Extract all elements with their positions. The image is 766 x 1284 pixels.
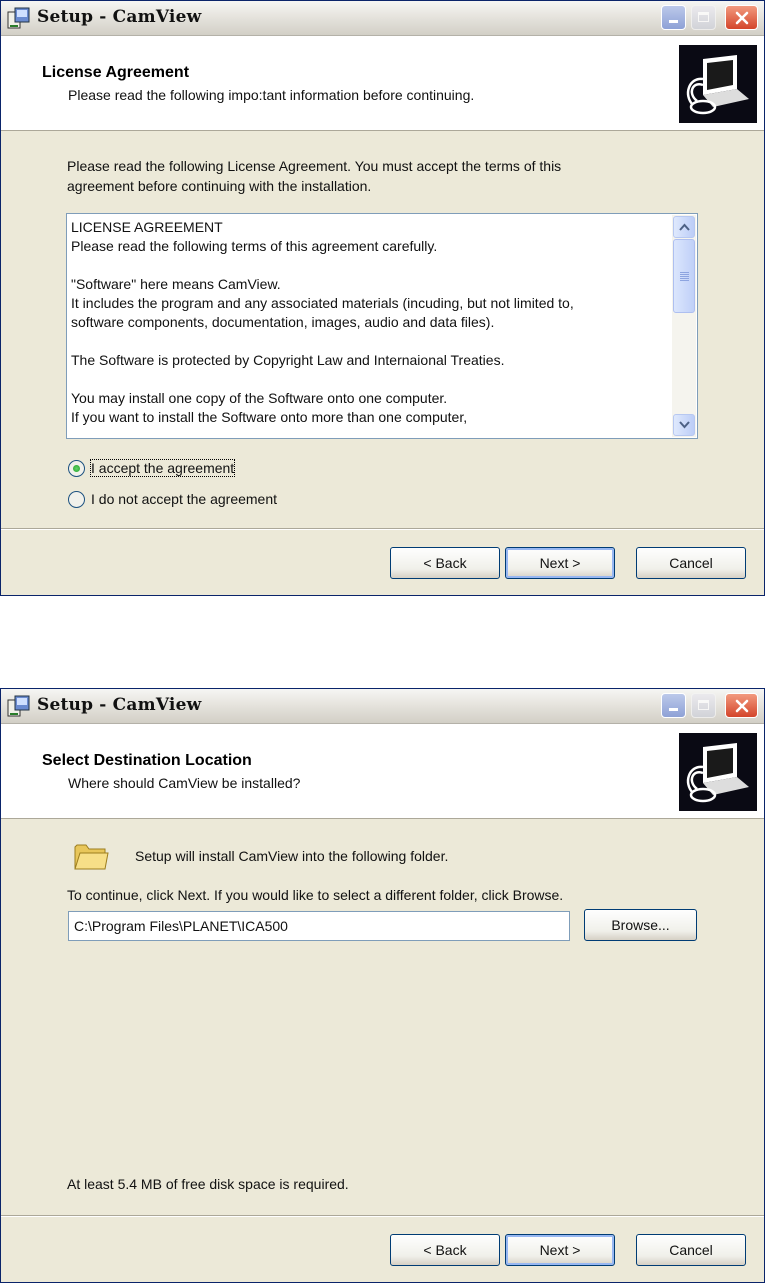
accept-radio-label[interactable]: I accept the agreement [89, 459, 236, 477]
back-button[interactable]: < Back [390, 1234, 500, 1266]
license-agreement-window: Setup - CamView License Agreement Please… [0, 0, 765, 596]
continue-instructions: To continue, click Next. If you would li… [67, 887, 564, 903]
setup-app-icon [7, 695, 30, 717]
maximize-icon [691, 693, 716, 718]
footer-divider [1, 528, 764, 530]
close-icon[interactable] [725, 693, 758, 718]
vertical-scrollbar[interactable] [672, 215, 696, 437]
title-bar[interactable]: Setup - CamView [1, 689, 764, 724]
minimize-icon[interactable] [661, 5, 686, 30]
window-title: Setup - CamView [37, 695, 202, 715]
page-subtitle: Where should CamView be installed? [68, 775, 301, 791]
license-line [71, 332, 667, 351]
scroll-thumb[interactable] [673, 239, 695, 313]
folder-icon [74, 844, 109, 870]
license-line: Please read the following terms of this … [71, 238, 438, 254]
intro-line-1: Please read the following License Agreem… [67, 158, 562, 174]
next-button[interactable]: Next > [505, 547, 615, 579]
close-icon[interactable] [725, 5, 758, 30]
license-line: You may install one copy of the Software… [71, 390, 448, 406]
install-info-text: Setup will install CamView into the foll… [135, 848, 449, 864]
decline-radio[interactable] [68, 491, 85, 508]
license-line: software components, documentation, imag… [71, 314, 495, 330]
license-line: It includes the program and any associat… [71, 295, 574, 311]
license-line [71, 256, 667, 275]
browse-button[interactable]: Browse... [584, 909, 697, 941]
page-title: Select Destination Location [42, 752, 252, 769]
decline-radio-label[interactable]: I do not accept the agreement [91, 491, 277, 507]
license-line: If you want to install the Software onto… [71, 409, 468, 425]
wizard-header: License Agreement Please read the follow… [1, 36, 764, 131]
install-path-input[interactable] [68, 911, 570, 941]
scroll-up-icon[interactable] [673, 216, 695, 238]
select-destination-window: Setup - CamView Select Destination Locat… [0, 688, 765, 1283]
window-title: Setup - CamView [37, 7, 202, 27]
scroll-down-icon[interactable] [673, 414, 695, 436]
computer-disk-icon [679, 733, 757, 811]
accept-radio[interactable] [68, 460, 85, 477]
maximize-icon [691, 5, 716, 30]
wizard-header: Select Destination Location Where should… [1, 724, 764, 819]
setup-app-icon [7, 7, 30, 29]
license-text-area[interactable]: LICENSE AGREEMENT Please read the followi… [66, 213, 698, 439]
license-line [71, 370, 667, 389]
page-subtitle: Please read the following impo:tant info… [68, 87, 475, 103]
license-text: LICENSE AGREEMENT Please read the followi… [71, 218, 667, 427]
page-title: License Agreement [42, 64, 190, 81]
cancel-button[interactable]: Cancel [636, 1234, 746, 1266]
license-line: LICENSE AGREEMENT [71, 219, 223, 235]
title-bar[interactable]: Setup - CamView [1, 1, 764, 36]
minimize-icon[interactable] [661, 693, 686, 718]
disk-space-text: At least 5.4 MB of free disk space is re… [67, 1176, 349, 1192]
back-button[interactable]: < Back [390, 547, 500, 579]
license-line: "Software" here means CamView. [71, 276, 281, 292]
computer-disk-icon [679, 45, 757, 123]
next-button[interactable]: Next > [505, 1234, 615, 1266]
footer-divider [1, 1215, 764, 1217]
license-line: The Software is protected by Copyright L… [71, 352, 505, 368]
intro-line-2: agreement before continuing with the ins… [67, 178, 372, 194]
cancel-button[interactable]: Cancel [636, 547, 746, 579]
